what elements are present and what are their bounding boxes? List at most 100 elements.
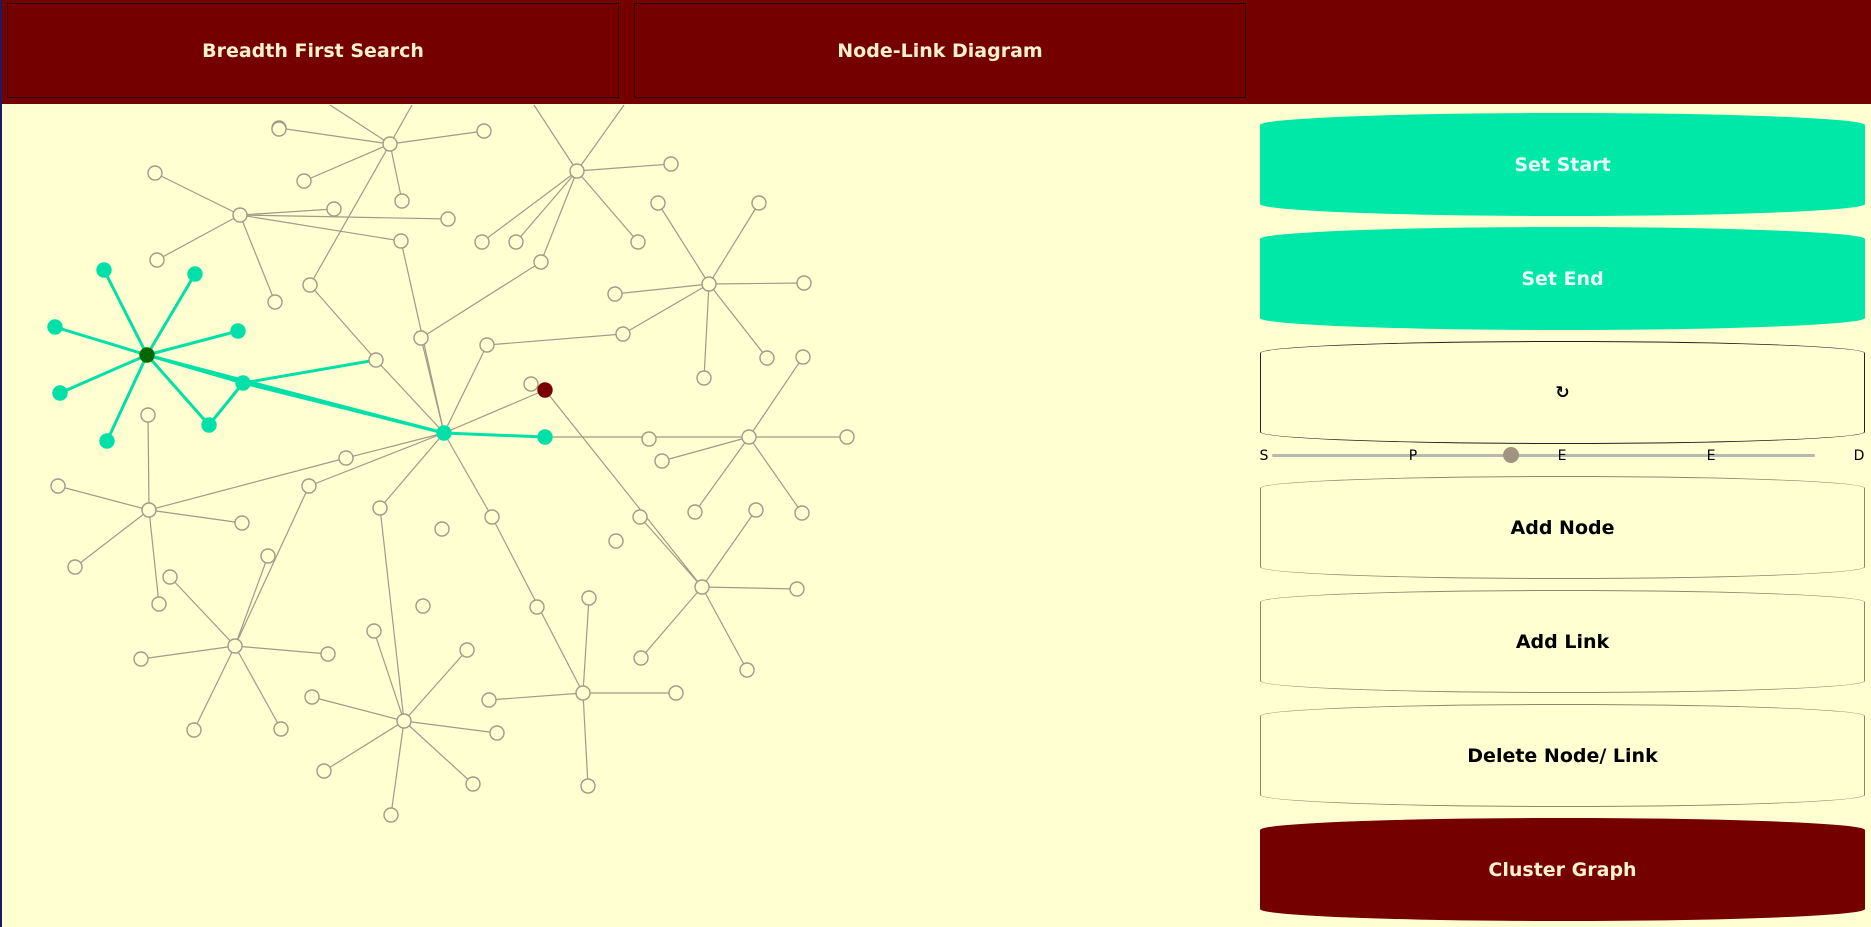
edge[interactable] — [703, 283, 710, 379]
visited-edge[interactable] — [242, 358, 377, 385]
edge[interactable] — [443, 344, 488, 434]
graph-node[interactable] — [393, 233, 409, 249]
edge[interactable] — [148, 457, 347, 511]
graph-node[interactable] — [839, 429, 855, 445]
graph-node[interactable] — [748, 502, 764, 518]
graph-node[interactable] — [140, 407, 156, 423]
graph-node[interactable] — [232, 207, 248, 223]
edge[interactable] — [694, 436, 750, 513]
graph-node[interactable] — [434, 521, 450, 537]
edge[interactable] — [74, 509, 150, 568]
visited-node[interactable] — [537, 429, 553, 445]
graph-node[interactable] — [789, 581, 805, 597]
edge[interactable] — [576, 163, 672, 172]
edge[interactable] — [390, 720, 405, 816]
edge[interactable] — [147, 414, 150, 511]
edge[interactable] — [657, 202, 710, 285]
edge[interactable] — [193, 645, 236, 731]
graph-node[interactable] — [741, 429, 757, 445]
edge[interactable] — [309, 143, 391, 286]
edge[interactable] — [309, 284, 377, 361]
graph-node[interactable] — [687, 504, 703, 520]
visited-edge[interactable] — [207, 382, 245, 426]
graph-node[interactable] — [641, 431, 657, 447]
graph-node[interactable] — [701, 276, 717, 292]
cluster-graph-button[interactable]: Cluster Graph — [1260, 818, 1865, 921]
graph-node[interactable] — [479, 337, 495, 353]
edge[interactable] — [486, 333, 624, 346]
set-end-button[interactable]: Set End — [1260, 227, 1865, 330]
graph-node[interactable] — [694, 579, 710, 595]
graph-node[interactable] — [569, 163, 585, 179]
graph-node[interactable] — [147, 165, 163, 181]
graph-node[interactable] — [523, 376, 539, 392]
reset-button[interactable]: ↻ — [1260, 341, 1865, 444]
graph-node[interactable] — [366, 623, 382, 639]
graph-node[interactable] — [533, 254, 549, 270]
graph-node[interactable] — [794, 505, 810, 521]
edge[interactable] — [329, 104, 391, 145]
visited-node[interactable] — [201, 417, 217, 433]
graph-node[interactable] — [739, 662, 755, 678]
graph-svg[interactable] — [2, 104, 1252, 927]
visited-edge[interactable] — [54, 325, 148, 357]
edge[interactable] — [239, 214, 402, 242]
visited-edge[interactable] — [443, 431, 546, 439]
graph-node[interactable] — [234, 515, 250, 531]
edge[interactable] — [701, 509, 757, 588]
graph-node[interactable] — [696, 370, 712, 386]
edge[interactable] — [576, 104, 625, 172]
graph-node[interactable] — [474, 234, 490, 250]
graph-node[interactable] — [273, 721, 289, 737]
graph-node[interactable] — [162, 569, 178, 585]
graph-node[interactable] — [796, 275, 812, 291]
graph-node[interactable] — [260, 548, 276, 564]
edge[interactable] — [708, 282, 805, 285]
graph-node[interactable] — [320, 646, 336, 662]
graph-node[interactable] — [476, 123, 492, 139]
graph-node[interactable] — [267, 294, 283, 310]
visited-edge[interactable] — [59, 353, 148, 395]
graph-node[interactable] — [372, 500, 388, 516]
edge[interactable] — [148, 509, 160, 605]
edge[interactable] — [443, 389, 546, 434]
graph-node[interactable] — [368, 352, 384, 368]
tab-node-link-diagram[interactable]: Node-Link Diagram — [634, 3, 1246, 98]
edge[interactable] — [515, 170, 578, 243]
edge[interactable] — [708, 283, 768, 359]
graph-node[interactable] — [316, 763, 332, 779]
edge[interactable] — [234, 555, 269, 647]
graph-node[interactable] — [481, 692, 497, 708]
edge[interactable] — [57, 485, 150, 511]
visited-node[interactable] — [52, 385, 68, 401]
graph-node[interactable] — [580, 778, 596, 794]
edge[interactable] — [234, 645, 329, 655]
edge[interactable] — [639, 516, 703, 588]
graph-node[interactable] — [650, 195, 666, 211]
graph-node[interactable] — [633, 650, 649, 666]
visited-node[interactable] — [47, 319, 63, 335]
graph-node[interactable] — [529, 599, 545, 615]
graph-node[interactable] — [296, 173, 312, 189]
add-node-button[interactable]: Add Node — [1260, 476, 1865, 579]
graph-node[interactable] — [413, 330, 429, 346]
edge[interactable] — [403, 720, 474, 785]
visited-node[interactable] — [96, 262, 112, 278]
edge[interactable] — [311, 696, 405, 722]
slider-track[interactable] — [1272, 454, 1815, 457]
graph-node[interactable] — [508, 234, 524, 250]
edge[interactable] — [582, 597, 590, 694]
edge[interactable] — [701, 586, 748, 671]
graph-node[interactable] — [607, 286, 623, 302]
edge[interactable] — [701, 586, 798, 590]
edge[interactable] — [148, 509, 243, 524]
edge[interactable] — [389, 143, 403, 202]
graph-node[interactable] — [67, 559, 83, 575]
edge[interactable] — [234, 485, 310, 647]
visited-edge[interactable] — [242, 381, 445, 435]
graph-node[interactable] — [301, 478, 317, 494]
edge[interactable] — [154, 172, 241, 216]
edge[interactable] — [576, 170, 639, 243]
graph-node[interactable] — [440, 211, 456, 227]
edge[interactable] — [488, 692, 584, 701]
